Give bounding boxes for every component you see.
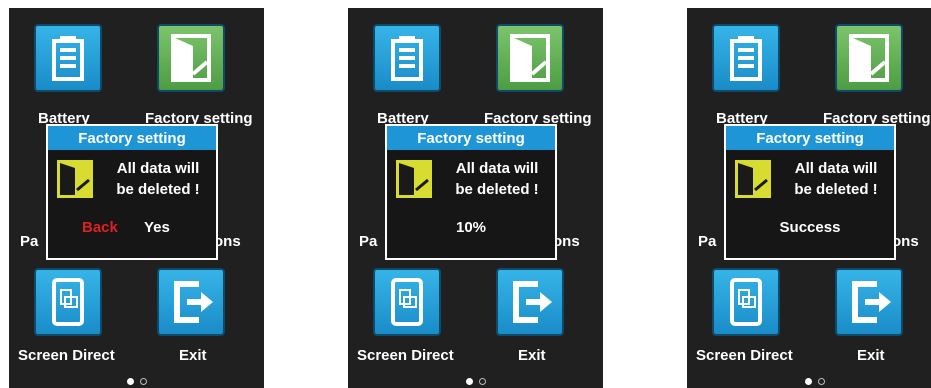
dialog-title: Factory setting: [387, 126, 555, 150]
screen-direct-app-tile[interactable]: [34, 268, 102, 336]
battery-app-tile[interactable]: [373, 24, 441, 92]
exit-arrow-icon: [513, 281, 552, 323]
factory-setting-app-tile[interactable]: [835, 24, 903, 92]
exit-label: Exit: [518, 347, 546, 364]
partial-right-label: ons: [553, 233, 580, 250]
battery-icon: [730, 36, 762, 81]
page-dot-active: [465, 378, 473, 385]
screen-rotate-icon: [391, 278, 423, 326]
partial-left-label: Pa: [359, 233, 378, 250]
screen-direct-app-tile[interactable]: [712, 268, 780, 336]
page-indicator: [9, 378, 264, 385]
screen-direct-app-tile[interactable]: [373, 268, 441, 336]
screen-rotate-icon: [730, 278, 762, 326]
door-exit-icon: [735, 160, 771, 198]
page-dot-inactive: [817, 378, 825, 385]
page-dot-inactive: [478, 378, 486, 385]
page-dot-active: [126, 378, 134, 385]
dialog-message-line-1: All data will: [455, 160, 539, 177]
dialog-message-line-1: All data will: [794, 160, 878, 177]
door-exit-icon: [171, 34, 211, 82]
battery-app-tile[interactable]: [712, 24, 780, 92]
door-exit-icon: [57, 160, 93, 198]
exit-label: Exit: [857, 347, 885, 364]
battery-icon: [52, 36, 84, 81]
dialog-message-line-2: be deleted !: [455, 181, 539, 198]
dialog-title: Factory setting: [48, 126, 216, 150]
dialog-title: Factory setting: [726, 126, 894, 150]
page-dot-active: [804, 378, 812, 385]
factory-setting-dialog: Factory setting All data will be deleted…: [385, 124, 557, 260]
screen-direct-label: Screen Direct: [357, 347, 454, 364]
device-screen-2: Battery Factory setting Pa ons Screen Di…: [348, 8, 603, 388]
partial-right-label: ons: [892, 233, 919, 250]
device-screen-1: Battery Factory setting Pa ons Screen Di…: [9, 8, 264, 388]
screen-rotate-icon: [52, 278, 84, 326]
dialog-message-line-1: All data will: [116, 160, 200, 177]
screen-direct-label: Screen Direct: [18, 347, 115, 364]
progress-text: 10%: [455, 219, 487, 236]
battery-icon: [391, 36, 423, 81]
partial-right-label: ons: [214, 233, 241, 250]
partial-left-label: Pa: [698, 233, 717, 250]
dialog-message-line-2: be deleted !: [794, 181, 878, 198]
partial-left-label: Pa: [20, 233, 39, 250]
exit-arrow-icon: [852, 281, 891, 323]
factory-setting-dialog: Factory setting All data will be deleted…: [46, 124, 218, 260]
factory-setting-app-tile[interactable]: [496, 24, 564, 92]
door-exit-icon: [849, 34, 889, 82]
dialog-message-line-2: be deleted !: [116, 181, 200, 198]
exit-app-tile[interactable]: [157, 268, 225, 336]
device-screen-3: Battery Factory setting Pa ons Screen Di…: [687, 8, 931, 388]
battery-app-tile[interactable]: [34, 24, 102, 92]
page-dot-inactive: [139, 378, 147, 385]
page-indicator: [687, 378, 931, 385]
exit-app-tile[interactable]: [835, 268, 903, 336]
success-text: Success: [779, 219, 841, 236]
exit-label: Exit: [179, 347, 207, 364]
exit-arrow-icon: [174, 281, 213, 323]
factory-setting-dialog: Factory setting All data will be deleted…: [724, 124, 896, 260]
page-indicator: [348, 378, 603, 385]
screen-direct-label: Screen Direct: [696, 347, 793, 364]
exit-app-tile[interactable]: [496, 268, 564, 336]
dialog-message: All data will be deleted !: [437, 158, 557, 200]
dialog-message: All data will be deleted !: [776, 158, 896, 200]
yes-button[interactable]: Yes: [144, 219, 170, 236]
back-button[interactable]: Back: [82, 219, 118, 236]
dialog-message: All data will be deleted !: [98, 158, 218, 200]
factory-setting-app-tile[interactable]: [157, 24, 225, 92]
door-exit-icon: [510, 34, 550, 82]
door-exit-icon: [396, 160, 432, 198]
